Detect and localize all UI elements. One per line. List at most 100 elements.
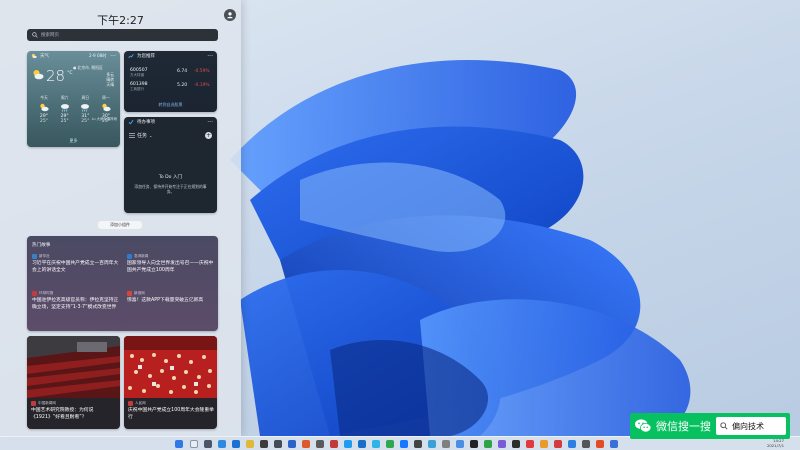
app-icon[interactable] (554, 440, 562, 448)
partly-cloudy-icon (102, 103, 111, 112)
widgets-time: 下午2:27 (97, 14, 144, 27)
forecast-day-label: 周一 (102, 95, 110, 100)
widgets-panel: 下午2:27 搜索网页 天气 ··· 2·9 08时 ● 北京市, 朝阳区 28… (0, 0, 241, 436)
app-icon[interactable] (540, 440, 548, 448)
system-tray-clock[interactable]: 14:27 2021/7/1 (740, 438, 784, 448)
news-source: 澎湃新闻 (134, 254, 149, 258)
news-source: 新华社 (39, 254, 50, 258)
app-icon[interactable] (316, 440, 324, 448)
app-icon[interactable] (344, 440, 352, 448)
weather-widget[interactable]: 天气 ··· 2·9 08时 ● 北京市, 朝阳区 28 °C 多云 晴转 天晴… (27, 51, 120, 147)
weather-unit: °C (67, 71, 73, 76)
weather-more-link[interactable]: 更多 (27, 138, 120, 144)
location-pin-icon: ● (73, 65, 77, 70)
edge-browser-icon[interactable] (232, 440, 240, 448)
source-logo-icon (127, 254, 132, 259)
add-task-button[interactable]: + (205, 132, 212, 139)
wechat-search-label: 微信搜一搜 (656, 420, 711, 433)
app-icon[interactable] (302, 440, 310, 448)
forecast-day: 今天 29° 25° (35, 95, 53, 124)
top-stories-widget[interactable]: 热门故事 新华社 习近平在庆祝中国共产党成立一百周年大会上的讲话全文 澎湃新闻 … (27, 236, 218, 331)
stock-row[interactable]: 600507 方大特钢 6.74 -0.59% (130, 68, 212, 78)
search-icon (32, 32, 38, 38)
app-icon[interactable] (568, 440, 576, 448)
app-icon[interactable] (596, 440, 604, 448)
weather-widget-title: 天气 (40, 54, 49, 59)
forecast-day: 周六 29° 25° (56, 95, 74, 124)
user-icon (227, 12, 233, 19)
todo-list-dropdown[interactable]: 任务 ⌄ (129, 132, 152, 139)
stock-widget-title: 为您推荐 (137, 54, 155, 59)
forecast-day-label: 周日 (81, 95, 90, 100)
user-avatar[interactable] (224, 9, 236, 21)
app-icon[interactable] (330, 440, 338, 448)
partly-cloudy-icon (33, 70, 44, 80)
news-photo-crowd (124, 336, 217, 398)
more-options-icon[interactable]: ··· (110, 53, 116, 60)
stock-row[interactable]: 601398 工商银行 5.20 -0.19% (130, 82, 212, 92)
stock-price: 5.20 (177, 83, 188, 88)
app-icon[interactable] (414, 440, 422, 448)
stock-change: -0.19% (194, 83, 210, 88)
add-widget-button[interactable]: 添加小组件 (98, 221, 142, 229)
search-input[interactable]: 搜索网页 (27, 29, 218, 41)
news-source: 中国新闻网 (38, 401, 56, 405)
app-icon[interactable] (484, 440, 492, 448)
more-options-icon[interactable]: ··· (207, 53, 213, 60)
app-icon[interactable] (526, 440, 534, 448)
chevron-down-icon: ⌄ (149, 133, 153, 138)
wechat-taskbar-icon[interactable] (386, 440, 394, 448)
image-news-card[interactable]: 中国新闻网 中国艺术研究院教授：为何说《1921》“好看且耐看”？ (27, 336, 120, 429)
search-placeholder: 搜索网页 (41, 33, 59, 38)
app-icon[interactable] (428, 440, 436, 448)
rain-icon (60, 104, 69, 112)
stock-chart-icon (128, 53, 134, 59)
forecast-low: 25° (60, 119, 69, 124)
app-icon[interactable] (582, 440, 590, 448)
wechat-search-badge: 微信搜一搜 偏向技术 (630, 413, 790, 439)
news-story[interactable]: 环球时报 中国驻伊拉克高级官员称：伊拉克坚持正确立场，坚定支持“1·3·7”模式… (32, 291, 122, 311)
app-icon[interactable] (400, 440, 408, 448)
source-logo-icon (31, 401, 36, 406)
widgets-taskbar-icon[interactable] (218, 440, 226, 448)
app-icon[interactable] (260, 440, 268, 448)
todo-list-name: 任务 (137, 133, 148, 139)
todo-widget[interactable]: 待办事项 ··· 任务 ⌄ + To Do 入门 添加任务、保持并开始专注于正在… (124, 117, 217, 213)
news-story[interactable]: 澎湃新闻 国家领导人向全世界发出号召——庆祝中国共产党成立100周年 (127, 254, 217, 274)
app-icon[interactable] (274, 440, 282, 448)
stock-widget[interactable]: 为您推荐 ··· 600507 方大特钢 6.74 -0.59% 601398 … (124, 51, 217, 112)
weather-summary-line: 天晴 (106, 82, 114, 87)
app-icon[interactable] (372, 440, 380, 448)
start-button-icon[interactable] (175, 440, 183, 448)
wechat-logo-icon (635, 419, 652, 433)
app-icon[interactable] (512, 440, 520, 448)
search-taskbar-icon[interactable] (190, 440, 198, 448)
weather-location-text: 北京市, 朝阳区 (77, 65, 103, 70)
app-icon[interactable] (610, 440, 618, 448)
wechat-search-input: 偏向技术 (716, 417, 786, 435)
weather-temperature: 28 (46, 67, 66, 85)
image-news-card[interactable]: 人民网 庆祝中国共产党成立100周年大会隆重举行 (124, 336, 217, 429)
file-explorer-icon[interactable] (246, 440, 254, 448)
app-icon[interactable] (470, 440, 478, 448)
weather-date: 2·9 08时 (89, 53, 107, 58)
app-icon[interactable] (442, 440, 450, 448)
news-source: 环球时报 (39, 291, 54, 295)
task-view-icon[interactable] (204, 440, 212, 448)
news-story[interactable]: 新浪网 惊喜！这款APP下载量突破五亿新高 (127, 291, 217, 305)
stock-price: 6.74 (177, 69, 188, 74)
rain-icon (81, 104, 90, 112)
search-icon (720, 422, 728, 430)
app-icon[interactable] (456, 440, 464, 448)
weather-location: ● 北京市, 朝阳区 (73, 65, 103, 71)
news-title: 中国艺术研究院教授：为何说《1921》“好看且耐看”？ (31, 408, 94, 420)
app-icon[interactable] (288, 440, 296, 448)
source-logo-icon (32, 291, 37, 296)
more-options-icon[interactable]: ··· (207, 119, 213, 126)
stock-more-link[interactable]: 转到自选股票 (124, 102, 217, 108)
weather-note: Lu 大雨及雷阵雨 (91, 117, 117, 121)
weather-widget-icon (31, 53, 37, 59)
news-story[interactable]: 新华社 习近平在庆祝中国共产党成立一百周年大会上的讲话全文 (32, 254, 122, 274)
vscode-icon[interactable] (358, 440, 366, 448)
app-icon[interactable] (498, 440, 506, 448)
